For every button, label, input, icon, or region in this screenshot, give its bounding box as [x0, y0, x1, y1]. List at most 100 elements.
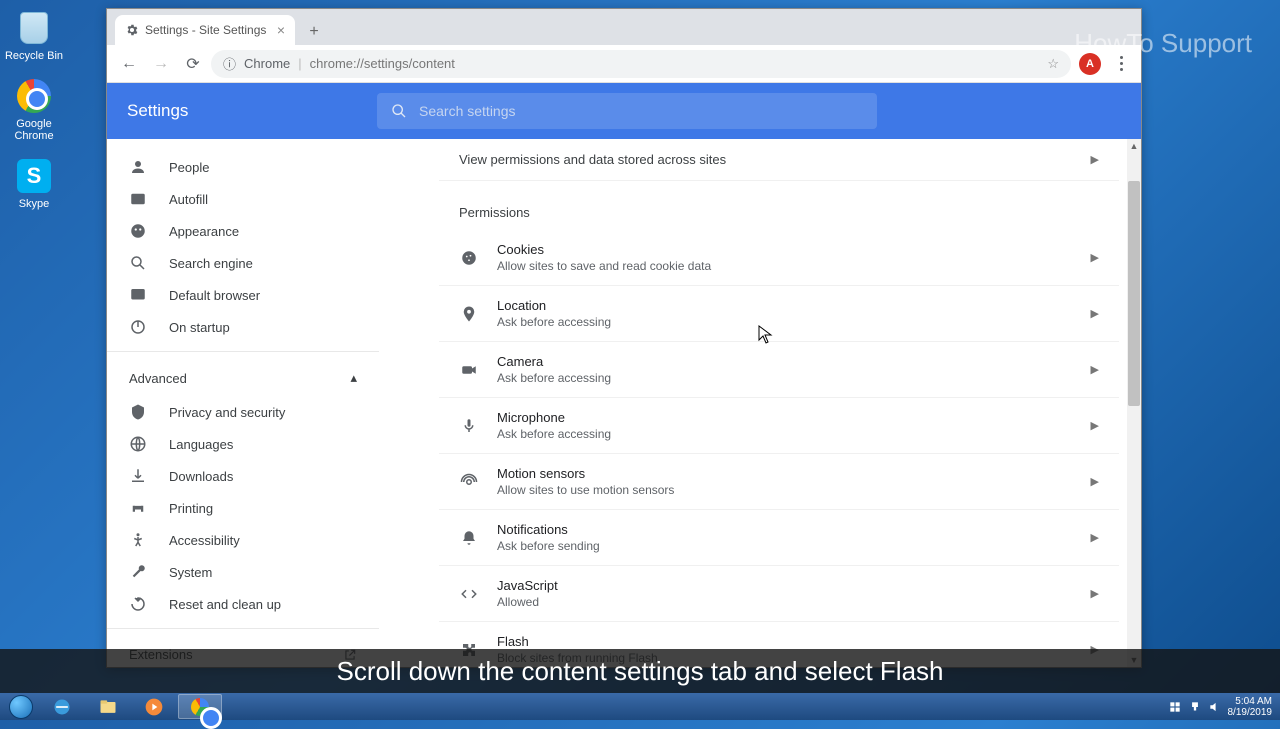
- sidebar-item-privacy[interactable]: Privacy and security: [107, 396, 379, 428]
- tray-clock[interactable]: 5:04 AM 8/19/2019: [1228, 696, 1273, 718]
- omnibox-scheme: Chrome: [244, 56, 290, 71]
- tab-close-icon[interactable]: ×: [277, 22, 285, 38]
- autofill-icon: [129, 190, 147, 208]
- sidebar-item-search-engine[interactable]: Search engine: [107, 247, 379, 279]
- perm-sub: Allowed: [497, 595, 1073, 609]
- sidebar-label: Reset and clean up: [169, 597, 281, 612]
- perm-title: Microphone: [497, 410, 1073, 425]
- sidebar-item-printing[interactable]: Printing: [107, 492, 379, 524]
- cookie-icon: [459, 249, 479, 267]
- taskbar-explorer[interactable]: [86, 694, 130, 719]
- omnibox-url: chrome://settings/content: [310, 56, 455, 71]
- motion-icon: [459, 473, 479, 491]
- sidebar-label: On startup: [169, 320, 230, 335]
- content-scroll[interactable]: View permissions and data stored across …: [379, 139, 1141, 667]
- chevron-right-icon: ▶: [1091, 531, 1099, 544]
- tray-volume-icon[interactable]: [1208, 700, 1222, 714]
- sidebar-item-people[interactable]: People: [107, 151, 379, 183]
- sidebar-item-languages[interactable]: Languages: [107, 428, 379, 460]
- browser-toolbar: ← → ⟳ ⓘ Chrome | chrome://settings/conte…: [107, 45, 1141, 83]
- system-tray[interactable]: 5:04 AM 8/19/2019: [1168, 696, 1277, 718]
- perm-sub: Allow sites to save and read cookie data: [497, 259, 1073, 273]
- settings-app: Settings People Autofill: [107, 83, 1141, 667]
- settings-search[interactable]: [377, 93, 877, 129]
- tray-time: 5:04 AM: [1228, 696, 1273, 707]
- perm-row-notifications[interactable]: NotificationsAsk before sending ▶: [439, 510, 1119, 566]
- sidebar-label: Default browser: [169, 288, 260, 303]
- perm-row-cookies[interactable]: Cookies Allow sites to save and read cook…: [439, 230, 1119, 286]
- forward-button[interactable]: →: [147, 50, 175, 78]
- scroll-thumb[interactable]: [1128, 181, 1140, 406]
- appearance-icon: [129, 222, 147, 240]
- sidebar-advanced-toggle[interactable]: Advanced ▴: [107, 360, 379, 396]
- chevron-right-icon: ▶: [1091, 307, 1099, 320]
- sidebar-item-reset[interactable]: Reset and clean up: [107, 588, 379, 620]
- tab-settings[interactable]: Settings - Site Settings ×: [115, 15, 295, 45]
- sidebar-item-autofill[interactable]: Autofill: [107, 183, 379, 215]
- sidebar-label: Downloads: [169, 469, 233, 484]
- chevron-right-icon: ▶: [1091, 251, 1099, 264]
- sidebar-item-downloads[interactable]: Downloads: [107, 460, 379, 492]
- search-icon: [391, 103, 407, 119]
- sidebar-item-on-startup[interactable]: On startup: [107, 311, 379, 343]
- perm-sub: Ask before accessing: [497, 315, 1073, 329]
- watermark: HowTo Support: [1074, 28, 1252, 59]
- shield-icon: [129, 403, 147, 421]
- settings-body: People Autofill Appearance Search engine…: [107, 139, 1141, 667]
- sidebar-label: System: [169, 565, 212, 580]
- start-button[interactable]: [4, 693, 38, 720]
- settings-header: Settings: [107, 83, 1141, 139]
- taskbar-ie[interactable]: [40, 694, 84, 719]
- tray-date: 8/19/2019: [1228, 707, 1273, 718]
- vertical-scrollbar[interactable]: ▲ ▼: [1127, 139, 1141, 667]
- sidebar-label: Autofill: [169, 192, 208, 207]
- chevron-right-icon: ▶: [1091, 475, 1099, 488]
- instruction-caption: Scroll down the content settings tab and…: [0, 649, 1280, 693]
- chevron-right-icon: ▶: [1091, 587, 1099, 600]
- accessibility-icon: [129, 531, 147, 549]
- sidebar-item-system[interactable]: System: [107, 556, 379, 588]
- search-engine-icon: [129, 254, 147, 272]
- scroll-up-icon[interactable]: ▲: [1127, 139, 1141, 153]
- tray-flag-icon[interactable]: [1168, 700, 1182, 714]
- view-all-sites-row[interactable]: View permissions and data stored across …: [439, 139, 1119, 181]
- perm-title: Flash: [497, 634, 1073, 649]
- bell-icon: [459, 529, 479, 547]
- default-browser-icon: [129, 286, 147, 304]
- camera-icon: [459, 361, 479, 379]
- power-icon: [129, 318, 147, 336]
- perm-row-location[interactable]: Location Ask before accessing ▶: [439, 286, 1119, 342]
- taskbar-chrome[interactable]: [178, 694, 222, 719]
- download-icon: [129, 467, 147, 485]
- perm-row-javascript[interactable]: JavaScriptAllowed ▶: [439, 566, 1119, 622]
- settings-search-input[interactable]: [419, 103, 863, 119]
- settings-title: Settings: [127, 101, 377, 121]
- perm-row-microphone[interactable]: MicrophoneAsk before accessing ▶: [439, 398, 1119, 454]
- taskbar-media[interactable]: [132, 694, 176, 719]
- skype-desktop-icon[interactable]: S Skype: [4, 156, 64, 210]
- sidebar-item-default-browser[interactable]: Default browser: [107, 279, 379, 311]
- chrome-desktop-icon[interactable]: Google Chrome: [4, 76, 64, 142]
- recycle-bin-icon[interactable]: Recycle Bin: [4, 8, 64, 62]
- globe-icon: [129, 435, 147, 453]
- sidebar-item-accessibility[interactable]: Accessibility: [107, 524, 379, 556]
- sidebar-label: Languages: [169, 437, 233, 452]
- perm-row-motion[interactable]: Motion sensorsAllow sites to use motion …: [439, 454, 1119, 510]
- sidebar-item-appearance[interactable]: Appearance: [107, 215, 379, 247]
- address-bar[interactable]: ⓘ Chrome | chrome://settings/content ☆: [211, 50, 1071, 78]
- reload-button[interactable]: ⟳: [179, 50, 207, 78]
- settings-sidebar: People Autofill Appearance Search engine…: [107, 139, 379, 667]
- bookmark-star-icon[interactable]: ☆: [1047, 56, 1059, 72]
- advanced-label: Advanced: [129, 371, 187, 386]
- code-icon: [459, 585, 479, 603]
- tray-network-icon[interactable]: [1188, 700, 1202, 714]
- back-button[interactable]: ←: [115, 50, 143, 78]
- sidebar-label: Appearance: [169, 224, 239, 239]
- reset-icon: [129, 595, 147, 613]
- perm-title: Cookies: [497, 242, 1073, 257]
- perm-title: Location: [497, 298, 1073, 313]
- chevron-up-icon: ▴: [350, 370, 357, 386]
- new-tab-button[interactable]: +: [301, 19, 327, 45]
- site-info-icon[interactable]: ⓘ: [223, 54, 236, 73]
- perm-row-camera[interactable]: CameraAsk before accessing ▶: [439, 342, 1119, 398]
